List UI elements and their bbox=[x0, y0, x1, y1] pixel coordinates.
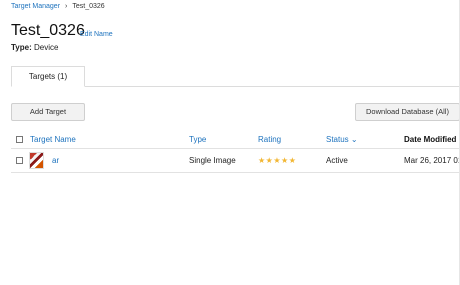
target-thumbnail bbox=[29, 152, 44, 169]
breadcrumb-target-manager-link[interactable]: Target Manager bbox=[11, 3, 60, 10]
rating-stars-icon: ★★★★★ bbox=[258, 156, 297, 165]
row-divider bbox=[11, 172, 460, 173]
target-type: Single Image bbox=[189, 156, 236, 165]
target-name-link[interactable]: ar bbox=[52, 156, 59, 165]
breadcrumb-separator-icon: › bbox=[65, 3, 68, 10]
select-all-checkbox[interactable] bbox=[16, 136, 23, 143]
edit-name-link[interactable]: Edit Name bbox=[80, 31, 113, 38]
type-value: Device bbox=[33, 43, 59, 52]
page-title: Test_0326 bbox=[11, 22, 85, 39]
add-target-button[interactable]: Add Target bbox=[11, 103, 85, 121]
download-database-button[interactable]: Download Database (All) bbox=[355, 103, 460, 121]
target-status: Active bbox=[326, 156, 348, 165]
database-type: Type: Device bbox=[11, 43, 58, 52]
row-checkbox[interactable] bbox=[16, 157, 23, 164]
column-header-status[interactable]: Status ⌄ bbox=[326, 135, 358, 144]
type-label: Type: bbox=[11, 43, 32, 52]
target-date-modified: Mar 26, 2017 01:0 bbox=[404, 156, 460, 165]
tab-targets[interactable]: Targets (1) bbox=[11, 66, 85, 87]
breadcrumb: Target Manager › Test_0326 bbox=[11, 3, 105, 10]
column-header-target-name[interactable]: Target Name bbox=[30, 135, 76, 144]
column-header-type[interactable]: Type bbox=[189, 135, 206, 144]
column-header-date-modified[interactable]: Date Modified bbox=[404, 135, 456, 144]
breadcrumb-current: Test_0326 bbox=[72, 3, 105, 10]
sort-chevron-down-icon: ⌄ bbox=[350, 135, 358, 144]
table-row[interactable]: ar Single Image ★★★★★ Active Mar 26, 201… bbox=[11, 149, 460, 172]
status-header-label: Status bbox=[326, 135, 349, 144]
column-header-rating[interactable]: Rating bbox=[258, 135, 281, 144]
table-header: Target Name Type Rating Status ⌄ Date Mo… bbox=[11, 133, 460, 148]
